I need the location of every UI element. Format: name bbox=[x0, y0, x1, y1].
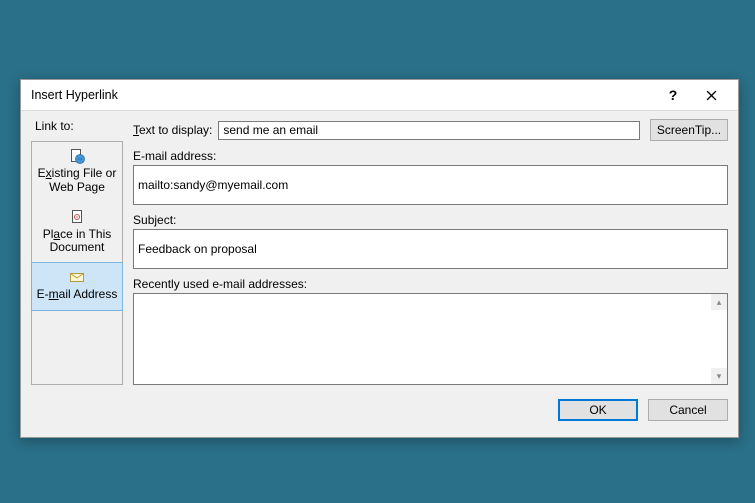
text-to-display-input[interactable] bbox=[218, 121, 640, 140]
nav-existing-file-label: Existing File orWeb Page bbox=[38, 166, 117, 194]
subject-input[interactable] bbox=[133, 229, 728, 269]
dialog-footer: OK Cancel bbox=[31, 385, 728, 427]
globe-page-icon bbox=[69, 148, 85, 164]
nav-existing-file[interactable]: Existing File orWeb Page bbox=[32, 142, 122, 203]
right-column: Text to display: ScreenTip... E-mail add… bbox=[133, 119, 728, 385]
nav-email-address-label: E-mail Address bbox=[37, 287, 118, 301]
subject-label: Subject: bbox=[133, 213, 728, 227]
dialog-title: Insert Hyperlink bbox=[31, 88, 654, 102]
email-address-input[interactable] bbox=[133, 165, 728, 205]
nav-place-in-document-label: Place in ThisDocument bbox=[43, 227, 112, 255]
close-button[interactable] bbox=[692, 84, 730, 106]
document-target-icon bbox=[69, 209, 85, 225]
link-to-nav: Existing File orWeb Page Place in ThisDo… bbox=[31, 141, 123, 385]
link-to-label: Link to: bbox=[31, 119, 123, 137]
screentip-button[interactable]: ScreenTip... bbox=[650, 119, 728, 141]
nav-email-address[interactable]: E-mail Address bbox=[31, 262, 123, 311]
text-to-display-label: Text to display: bbox=[133, 123, 212, 137]
nav-place-in-document[interactable]: Place in ThisDocument bbox=[32, 203, 122, 264]
titlebar: Insert Hyperlink ? bbox=[21, 80, 738, 111]
recent-addresses-list[interactable]: ▴ ▾ bbox=[133, 293, 728, 385]
close-icon bbox=[706, 90, 717, 101]
envelope-icon bbox=[69, 269, 85, 285]
scroll-up-icon[interactable]: ▴ bbox=[711, 294, 727, 310]
insert-hyperlink-dialog: Insert Hyperlink ? Link to: Existing Fil… bbox=[20, 79, 739, 438]
scroll-down-icon[interactable]: ▾ bbox=[711, 368, 727, 384]
cancel-button[interactable]: Cancel bbox=[648, 399, 728, 421]
recent-label: Recently used e-mail addresses: bbox=[133, 277, 728, 291]
dialog-body: Link to: Existing File orWeb Page bbox=[21, 111, 738, 437]
left-column: Link to: Existing File orWeb Page bbox=[31, 119, 123, 385]
help-button[interactable]: ? bbox=[654, 84, 692, 106]
email-address-label: E-mail address: bbox=[133, 149, 728, 163]
ok-button[interactable]: OK bbox=[558, 399, 638, 421]
